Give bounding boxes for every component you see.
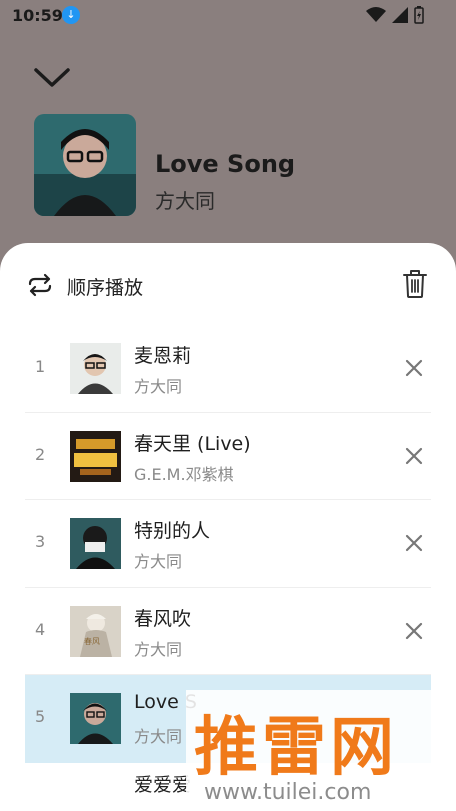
- track-artist: G.E.M.邓紫棋: [134, 464, 234, 484]
- album-cover: [34, 114, 136, 216]
- now-playing-header: Love Song 方大同: [0, 0, 456, 260]
- track-thumbnail: [70, 343, 121, 394]
- svg-text:春风: 春风: [84, 636, 100, 646]
- track-artist: 方大同: [134, 639, 183, 659]
- track-artist: 方大同: [134, 552, 183, 571]
- track-title: 春天里 (Live): [134, 432, 251, 455]
- track-thumbnail: 春风: [70, 605, 121, 657]
- track-number: 4: [35, 619, 46, 639]
- remove-track-button[interactable]: [401, 618, 427, 644]
- track-number: 1: [35, 357, 46, 376]
- track-artist: 方大同: [134, 377, 183, 396]
- remove-track-button[interactable]: [401, 530, 427, 556]
- sheet-header: 顺序播放: [0, 265, 456, 305]
- remove-track-button[interactable]: [401, 355, 427, 381]
- track-title: 特别的人: [134, 520, 211, 542]
- song-artist: 方大同: [155, 189, 215, 213]
- repeat-icon[interactable]: [26, 273, 54, 297]
- collapse-button[interactable]: [30, 60, 74, 94]
- chevron-down-icon: [34, 68, 70, 87]
- queue-item[interactable]: 3 特别的人 方大同: [25, 500, 431, 588]
- track-title: 春风吹: [134, 607, 192, 630]
- watermark-brand: 推雷网: [194, 711, 398, 785]
- queue-item[interactable]: 4 春风 春风吹 方大同: [25, 588, 431, 675]
- track-artist: 方大同: [134, 727, 183, 746]
- watermark: 推雷网 www.tuilei.com: [186, 690, 456, 811]
- track-title: 麦恩莉: [134, 345, 192, 367]
- queue-item[interactable]: 1 麦恩莉 方大同: [25, 325, 431, 413]
- partial-track-title: 爱爱爱: [134, 774, 192, 796]
- song-title: Love Song: [155, 150, 296, 178]
- track-number: 5: [35, 707, 46, 726]
- track-number: 2: [35, 444, 46, 464]
- remove-track-button[interactable]: [401, 443, 427, 469]
- play-mode-label[interactable]: 顺序播放: [67, 273, 143, 300]
- track-thumbnail: [70, 518, 121, 569]
- watermark-url: www.tuilei.com: [204, 780, 372, 805]
- close-icon: [405, 359, 423, 377]
- queue-item[interactable]: 2 春天里 (Live) G.E.M.邓紫棋: [25, 413, 431, 500]
- trash-icon[interactable]: [402, 269, 428, 299]
- track-thumbnail: [70, 430, 121, 482]
- track-number: 3: [35, 532, 46, 551]
- close-icon: [405, 447, 423, 464]
- close-icon: [405, 534, 423, 552]
- close-icon: [405, 622, 423, 639]
- track-thumbnail: [70, 693, 121, 744]
